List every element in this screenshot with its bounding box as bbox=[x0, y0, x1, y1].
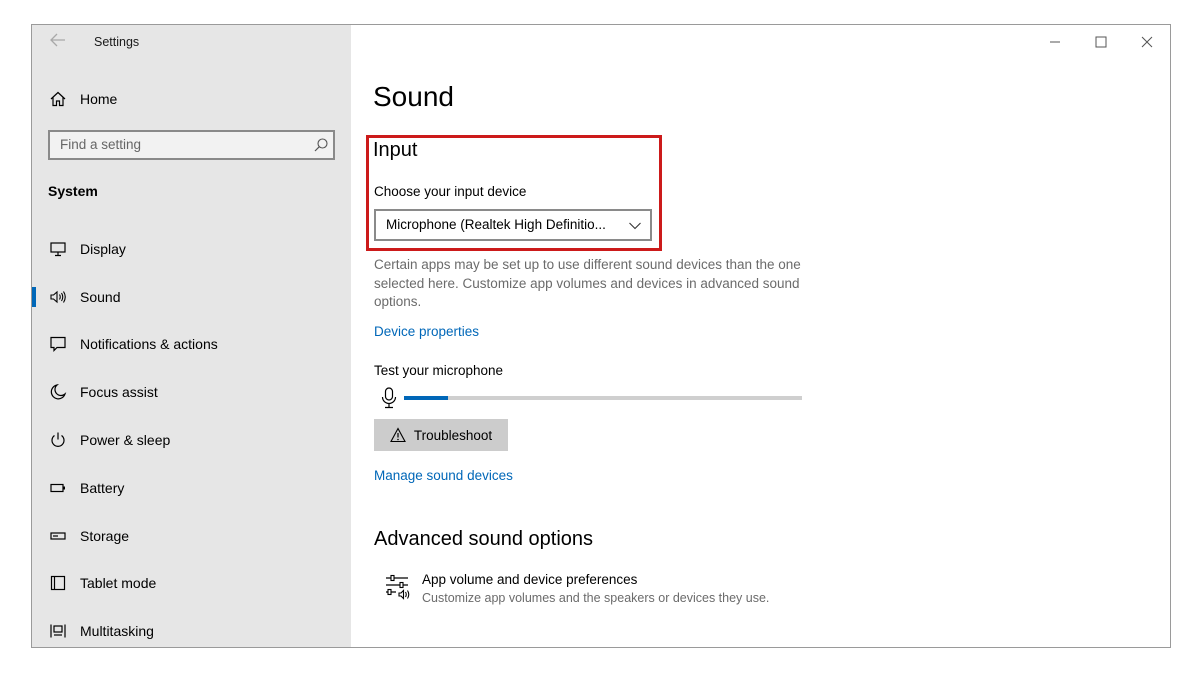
app-volume-mixer-icon[interactable] bbox=[384, 573, 412, 601]
page-title: Sound bbox=[373, 81, 454, 112]
settings-window: Settings Home Find a setting System Disp… bbox=[31, 24, 1171, 648]
sidebar-item-focus-assist[interactable]: Focus assist bbox=[32, 368, 351, 416]
sidebar: Settings Home Find a setting System Disp… bbox=[32, 25, 351, 647]
notifications-icon bbox=[49, 335, 67, 353]
test-microphone-label: Test your microphone bbox=[374, 363, 504, 378]
sidebar-item-label: Tablet mode bbox=[80, 575, 157, 592]
troubleshoot-button[interactable]: Troubleshoot bbox=[374, 419, 508, 451]
sidebar-nav: Display Sound Notifications & actions Fo… bbox=[32, 225, 351, 647]
device-properties-link[interactable]: Device properties bbox=[374, 324, 479, 339]
battery-icon bbox=[49, 479, 67, 497]
sidebar-item-label: Multitasking bbox=[80, 623, 154, 640]
sidebar-item-label: Battery bbox=[80, 479, 125, 496]
sidebar-item-label: Power & sleep bbox=[80, 432, 171, 449]
choose-input-device-label: Choose your input device bbox=[374, 184, 527, 199]
display-icon bbox=[49, 240, 67, 258]
main-content: Sound Input Choose your input device Mic… bbox=[351, 25, 1170, 647]
manage-sound-devices-link[interactable]: Manage sound devices bbox=[374, 468, 513, 483]
tablet-mode-icon bbox=[49, 574, 67, 592]
minimize-button[interactable] bbox=[1032, 25, 1078, 59]
sidebar-item-label: Sound bbox=[80, 288, 121, 305]
window-controls bbox=[1032, 25, 1170, 59]
system-heading: System bbox=[48, 183, 98, 199]
sidebar-item-label: Focus assist bbox=[80, 384, 158, 401]
sidebar-item-multitasking[interactable]: Multitasking bbox=[32, 607, 351, 647]
microphone-icon bbox=[380, 387, 398, 409]
sidebar-item-storage[interactable]: Storage bbox=[32, 512, 351, 560]
sidebar-item-label: Display bbox=[80, 240, 126, 257]
sidebar-item-label: Storage bbox=[80, 527, 130, 544]
home-nav-item[interactable]: Home bbox=[32, 81, 351, 117]
app-title: Settings bbox=[94, 35, 140, 49]
microphone-level-fill bbox=[404, 396, 448, 400]
search-icon[interactable] bbox=[313, 137, 329, 153]
sidebar-item-label: Notifications & actions bbox=[80, 336, 218, 353]
home-label: Home bbox=[80, 91, 118, 107]
sidebar-item-notifications[interactable]: Notifications & actions bbox=[32, 321, 351, 369]
app-volume-preferences-subtitle: Customize app volumes and the speakers o… bbox=[422, 591, 770, 605]
sidebar-item-tablet-mode[interactable]: Tablet mode bbox=[32, 560, 351, 608]
selected-input-device: Microphone (Realtek High Definitio... bbox=[386, 217, 606, 232]
minimize-icon bbox=[1050, 41, 1060, 43]
power-icon bbox=[49, 431, 67, 449]
home-icon bbox=[49, 90, 67, 108]
speaker-icon bbox=[49, 288, 67, 306]
input-section-heading: Input bbox=[373, 139, 418, 161]
multitasking-icon bbox=[49, 622, 67, 640]
search-placeholder: Find a setting bbox=[60, 137, 142, 152]
input-device-dropdown[interactable]: Microphone (Realtek High Definitio... bbox=[374, 209, 652, 241]
sidebar-item-power-sleep[interactable]: Power & sleep bbox=[32, 416, 351, 464]
close-button[interactable] bbox=[1124, 25, 1170, 59]
input-description: Certain apps may be set up to use differ… bbox=[374, 257, 801, 309]
storage-icon bbox=[49, 527, 67, 545]
search-input[interactable]: Find a setting bbox=[48, 130, 335, 160]
close-icon bbox=[1141, 36, 1153, 48]
moon-icon bbox=[49, 383, 67, 401]
app-volume-preferences-title[interactable]: App volume and device preferences bbox=[422, 572, 637, 587]
sidebar-item-battery[interactable]: Battery bbox=[32, 464, 351, 512]
troubleshoot-label: Troubleshoot bbox=[413, 427, 493, 443]
sidebar-item-sound[interactable]: Sound bbox=[32, 273, 351, 321]
chevron-down-icon bbox=[628, 219, 642, 233]
sidebar-item-display[interactable]: Display bbox=[32, 225, 351, 273]
back-arrow-icon[interactable] bbox=[46, 31, 70, 53]
warning-icon bbox=[389, 427, 406, 443]
maximize-icon bbox=[1095, 36, 1107, 48]
maximize-button[interactable] bbox=[1078, 25, 1124, 59]
title-bar: Settings bbox=[32, 25, 351, 59]
advanced-sound-options-heading: Advanced sound options bbox=[374, 528, 594, 550]
microphone-level-meter bbox=[404, 396, 802, 400]
